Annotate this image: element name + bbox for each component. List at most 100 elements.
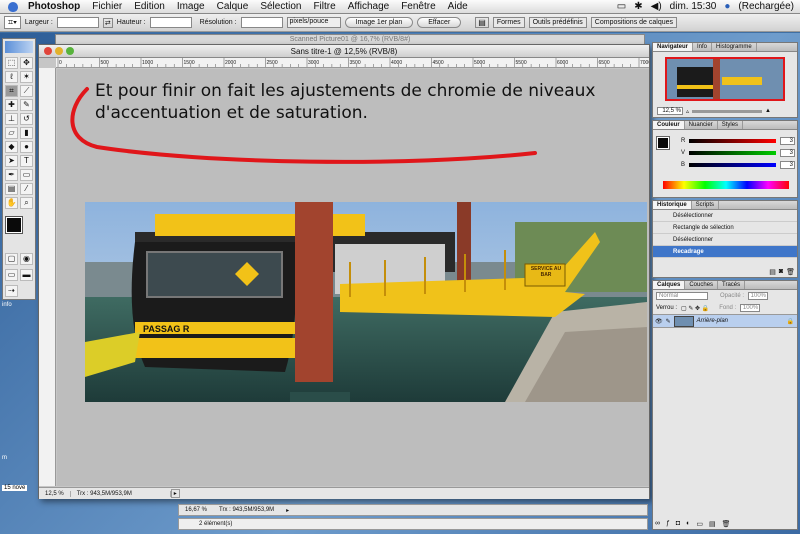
back-status-arrow-icon[interactable]: ▸	[280, 507, 295, 514]
bluetooth-icon[interactable]: ✱	[634, 1, 642, 12]
red-slider[interactable]	[689, 139, 777, 143]
delete-layer-icon[interactable]: 🗑	[722, 520, 731, 528]
history-item[interactable]: Désélectionner	[653, 210, 797, 222]
brush-link-icon[interactable]: ✎	[666, 318, 671, 325]
history-item-selected[interactable]: Recadrage	[653, 246, 797, 258]
foreground-color-swatch[interactable]	[5, 216, 23, 234]
green-value[interactable]: 3	[780, 149, 795, 157]
tab-histogramme[interactable]: Histogramme	[712, 43, 757, 51]
clock[interactable]: dim. 15:30	[670, 1, 717, 12]
zoom-tool-icon[interactable]: ⌕	[20, 197, 33, 209]
new-document-icon[interactable]: ▤	[769, 268, 776, 276]
menu-affichage[interactable]: Affichage	[342, 1, 396, 12]
navigator-zoom-slider[interactable]	[692, 109, 763, 113]
blue-slider[interactable]	[689, 163, 777, 167]
tab-couleur[interactable]: Couleur	[653, 121, 685, 129]
tab-historique[interactable]: Historique	[653, 201, 692, 209]
layer-mask-icon[interactable]: ◘	[676, 520, 680, 528]
quick-mask-off-icon[interactable]: ▢	[5, 253, 18, 265]
green-slider[interactable]	[689, 151, 777, 155]
adjustment-layer-icon[interactable]: ◐	[686, 520, 690, 528]
shape-tool-icon[interactable]: ▭	[20, 169, 33, 181]
menu-filtre[interactable]: Filtre	[307, 1, 341, 12]
tab-info[interactable]: Info	[693, 43, 713, 51]
color-fg-swatch[interactable]	[656, 136, 670, 150]
link-layers-icon[interactable]: ∞	[655, 520, 660, 528]
color-spectrum-bar[interactable]	[663, 181, 789, 189]
fullscreen-mode-icon[interactable]: ▬	[20, 269, 33, 281]
tab-navigateur[interactable]: Navigateur	[653, 43, 694, 51]
menu-fenetre[interactable]: Fenêtre	[395, 1, 441, 12]
notes-tool-icon[interactable]: ▤	[5, 183, 18, 195]
tab-outils-predefinis[interactable]: Outils prédéfinis	[528, 17, 587, 28]
crop-tool-selected-icon[interactable]: ⌗	[5, 85, 18, 97]
front-image-button[interactable]: Image 1er plan	[344, 17, 414, 28]
pen-tool-icon[interactable]: ✒	[5, 169, 18, 181]
tab-scripts[interactable]: Scripts	[692, 201, 720, 209]
menu-calque[interactable]: Calque	[211, 1, 255, 12]
snapshot-icon[interactable]: ◙	[779, 268, 783, 276]
tab-compositions[interactable]: Compositions de calques	[590, 17, 678, 28]
layer-name[interactable]: Arrière-plan	[697, 318, 728, 324]
swap-icon[interactable]: ⇄	[102, 17, 113, 28]
status-menu-arrow-icon[interactable]: ▸	[170, 489, 180, 498]
opacity-value[interactable]: 100%	[748, 292, 769, 300]
magic-wand-icon[interactable]: ✶	[20, 71, 33, 83]
red-value[interactable]: 3	[780, 137, 795, 145]
eye-icon[interactable]: 👁	[655, 318, 663, 325]
screen-icon[interactable]: ▭	[617, 1, 626, 12]
volume-icon[interactable]: ◀)	[651, 1, 662, 12]
move-tool-icon[interactable]: ✥	[20, 57, 33, 69]
path-select-icon[interactable]: ➤	[5, 155, 18, 167]
menu-app[interactable]: Photoshop	[22, 1, 86, 12]
vertical-ruler[interactable]	[39, 68, 56, 486]
menu-selection[interactable]: Sélection	[254, 1, 307, 12]
tab-calques[interactable]: Calques	[653, 281, 686, 289]
lock-icons[interactable]: ▢ ✎ ✥ 🔒	[681, 305, 709, 312]
lasso-tool-icon[interactable]: ℓ	[5, 71, 18, 83]
zoom-out-icon[interactable]: ▵	[686, 108, 689, 115]
apple-icon[interactable]	[8, 1, 18, 12]
eraser-tool-icon[interactable]: ▱	[5, 127, 18, 139]
trash-icon[interactable]: 🗑	[786, 268, 795, 276]
fill-value[interactable]: 100%	[740, 304, 761, 312]
spotlight-icon[interactable]: ●	[724, 1, 730, 12]
healing-brush-icon[interactable]: ✚	[5, 99, 18, 111]
tab-couches[interactable]: Couches	[685, 281, 719, 289]
marquee-tool-icon[interactable]: ⬚	[5, 57, 18, 69]
history-item[interactable]: Désélectionner	[653, 234, 797, 246]
tab-formes[interactable]: Formes	[492, 17, 525, 28]
type-tool-icon[interactable]: T	[20, 155, 33, 167]
brush-tool-icon[interactable]: ✎	[20, 99, 33, 111]
largeur-field[interactable]	[56, 17, 99, 28]
menu-edition[interactable]: Edition	[128, 1, 171, 12]
history-item[interactable]: Rectangle de sélection	[653, 222, 797, 234]
blur-tool-icon[interactable]: ◆	[5, 141, 18, 153]
zoom-in-icon[interactable]: ▲	[765, 108, 771, 114]
navigator-thumbnail[interactable]	[665, 57, 785, 101]
minimize-window-icon[interactable]	[55, 47, 63, 55]
hand-tool-icon[interactable]: ✋	[5, 197, 18, 209]
unit-select[interactable]: pixels/pouce	[286, 17, 341, 28]
gradient-tool-icon[interactable]: ▮	[20, 127, 33, 139]
new-layer-icon[interactable]: ▤	[709, 520, 716, 528]
document-titlebar[interactable]: Sans titre-1 @ 12,5% (RVB/8)	[39, 45, 649, 58]
screen-mode-icon[interactable]: ▭	[5, 269, 18, 281]
tab-styles[interactable]: Styles	[718, 121, 744, 129]
dodge-tool-icon[interactable]: ●	[20, 141, 33, 153]
hauteur-field[interactable]	[149, 17, 192, 28]
jump-to-imageready-icon[interactable]: ⇢	[5, 285, 18, 297]
palette-well-icon[interactable]: ▤	[475, 17, 489, 28]
back-zoom-level[interactable]: 16,67 %	[179, 507, 213, 513]
history-brush-icon[interactable]: ↺	[20, 113, 33, 125]
close-window-icon[interactable]	[44, 47, 52, 55]
zoom-window-icon[interactable]	[66, 47, 74, 55]
tab-traces[interactable]: Tracés	[718, 281, 746, 289]
clear-button[interactable]: Effacer	[417, 17, 462, 28]
menu-fichier[interactable]: Fichier	[86, 1, 128, 12]
menu-aide[interactable]: Aide	[442, 1, 474, 12]
layer-style-icon[interactable]: ƒ	[666, 520, 670, 528]
crop-tool-icon[interactable]: ⌗▾	[4, 16, 21, 29]
stamp-tool-icon[interactable]: ⊥	[5, 113, 18, 125]
tab-nuancier[interactable]: Nuancier	[685, 121, 718, 129]
